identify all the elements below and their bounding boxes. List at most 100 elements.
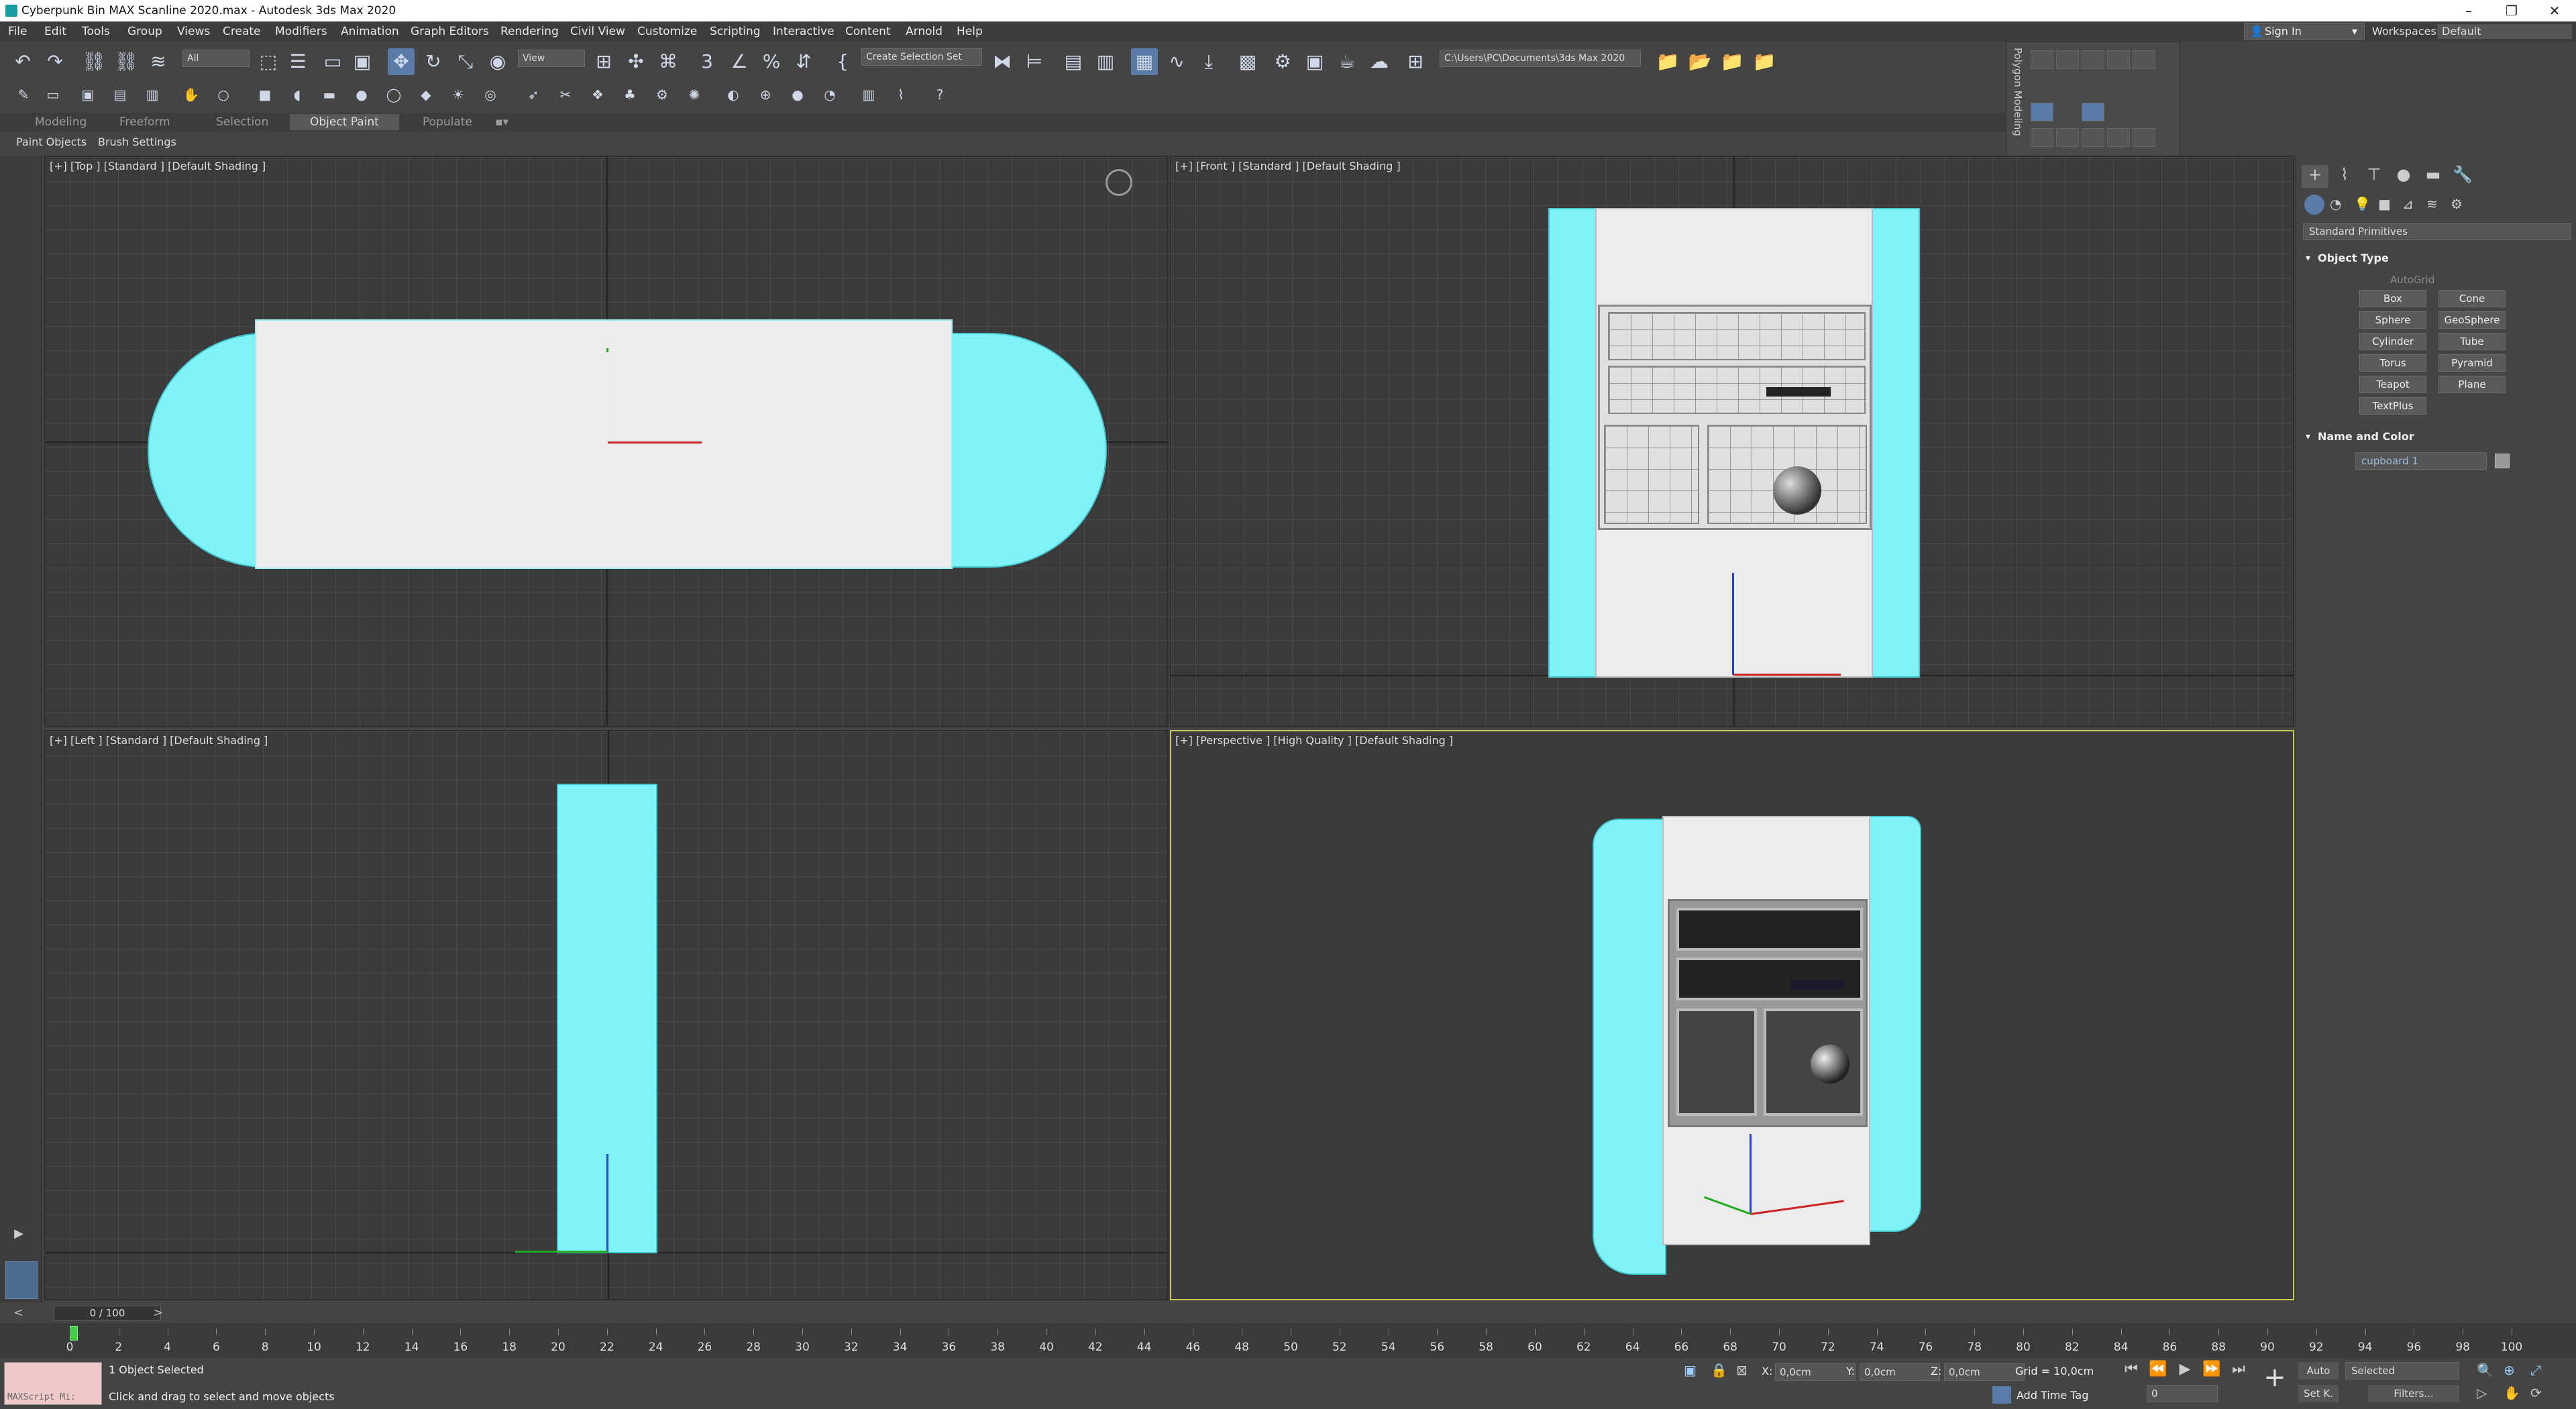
tab-selection[interactable]: Selection	[196, 114, 288, 130]
torus-icon[interactable]: ◯	[384, 85, 404, 105]
mirror-icon[interactable]: ⧓	[989, 48, 1016, 75]
viewport-layout-icon[interactable]	[5, 1261, 38, 1299]
sphere-button[interactable]: Sphere	[2359, 311, 2426, 329]
cylinder-button[interactable]: Cylinder	[2359, 333, 2426, 350]
viewport-label-perspective[interactable]: [+] [Perspective ] [High Quality ] [Defa…	[1175, 734, 1453, 747]
x-coordinate-field[interactable]: 0,0cm	[1775, 1363, 1856, 1381]
name-color-rollout[interactable]: ▾ Name and Color	[2303, 428, 2571, 446]
set-key-button[interactable]: Set K.	[2298, 1385, 2339, 1402]
rect-selection-icon[interactable]: ▭	[319, 48, 346, 75]
viewport-front[interactable]: [+] [Front ] [Standard ] [Default Shadin…	[1170, 156, 2294, 727]
restore-button[interactable]: ❐	[2490, 0, 2533, 21]
cameras-icon[interactable]: ■	[2378, 196, 2391, 212]
create-project-icon[interactable]: 📁	[1719, 48, 1746, 75]
create-key-icon[interactable]: +	[2257, 1362, 2293, 1402]
lock-icon[interactable]: 🔒	[1711, 1362, 1727, 1378]
viewport-label-left[interactable]: [+] [Left ] [Standard ] [Default Shading…	[50, 734, 268, 747]
project-folder-icon[interactable]: 📁	[1654, 48, 1681, 75]
close-button[interactable]: ✕	[2533, 0, 2576, 21]
undo-icon[interactable]: ↶	[9, 48, 36, 75]
unlink-icon[interactable]: ⛓	[113, 48, 140, 75]
textplus-button[interactable]: TextPlus	[2359, 397, 2426, 415]
zoom-extents-icon[interactable]: ⤢	[2530, 1362, 2541, 1378]
viewport-top[interactable]: [+] [Top ] [Standard ] [Default Shading …	[44, 156, 1169, 727]
tab-populate[interactable]: Populate	[402, 114, 492, 130]
cupboard-side-right[interactable]	[1872, 208, 1920, 678]
object-type-rollout[interactable]: ▾ Object Type	[2303, 250, 2571, 267]
select-rotate-icon[interactable]: ↻	[420, 48, 447, 75]
place-icon[interactable]: ◉	[484, 48, 511, 75]
menu-views[interactable]: Views	[177, 21, 210, 42]
tab-modeling[interactable]: Modeling	[15, 114, 107, 130]
align-icon[interactable]: ⊨	[1021, 48, 1048, 75]
add-time-tag[interactable]: Add Time Tag	[2017, 1389, 2088, 1402]
help-icon[interactable]: ?	[930, 85, 950, 105]
viewport-left[interactable]: [+] [Left ] [Standard ] [Default Shading…	[44, 730, 1169, 1300]
tube-button[interactable]: Tube	[2438, 333, 2506, 350]
menu-civil-view[interactable]: Civil View	[570, 21, 625, 42]
poly-btn-2[interactable]	[2056, 50, 2079, 69]
timeline-ruler[interactable]: 0 2 4 6 8 10 12 14 16 18 20 22 24 26 28 30 32 34 36 38 40 42 4…	[0, 1323, 2576, 1358]
target-icon[interactable]: ⊕	[755, 85, 775, 105]
primitive-category-dropdown[interactable]: Standard Primitives	[2303, 223, 2571, 240]
fov-icon[interactable]: ▷	[2477, 1385, 2487, 1401]
poly-btn-4[interactable]	[2107, 50, 2130, 69]
window-crossing-icon[interactable]: ▣	[349, 48, 376, 75]
set-project-icon[interactable]: 📁	[1751, 48, 1778, 75]
modify-tab-icon[interactable]: ⌇	[2331, 165, 2358, 188]
circle-icon[interactable]: ○	[213, 85, 233, 105]
menu-create[interactable]: Create	[223, 21, 261, 42]
hierarchy-tab-icon[interactable]: ⊤	[2361, 165, 2387, 188]
toggle-ribbon-icon[interactable]: ▦	[1131, 48, 1158, 75]
workspace-select[interactable]: Default	[2438, 24, 2572, 39]
box-button[interactable]: Box	[2359, 290, 2426, 307]
key-filter-dropdown[interactable]: Selected	[2345, 1362, 2459, 1379]
render-production-icon[interactable]: ☕	[1334, 48, 1360, 75]
render-iterative-icon[interactable]: ⊞	[1402, 48, 1429, 75]
select-by-name-icon[interactable]: ☰	[284, 48, 311, 75]
object-name-field[interactable]: cupboard 1	[2355, 452, 2487, 470]
sphere-icon[interactable]: ●	[352, 85, 372, 105]
menu-help[interactable]: Help	[957, 21, 983, 42]
cupboard-side-left[interactable]	[1548, 208, 1597, 678]
helpers-icon[interactable]: ⊿	[2402, 196, 2414, 212]
stack-icon[interactable]: ▭	[43, 85, 63, 105]
autogrid-checkbox[interactable]: AutoGrid	[2390, 274, 2434, 286]
viewport-label-front[interactable]: [+] [Front ] [Standard ] [Default Shadin…	[1175, 160, 1401, 172]
create-tab-icon[interactable]: +	[2302, 165, 2328, 188]
render-setup-icon[interactable]: ⚙	[1269, 48, 1296, 75]
cursor-icon[interactable]: ➶	[523, 85, 543, 105]
cube-icon[interactable]: ■	[255, 85, 275, 105]
menu-arnold[interactable]: Arnold	[906, 21, 943, 42]
poly-btn-10[interactable]	[2082, 128, 2104, 147]
ribbon-options-button[interactable]: ▪▾	[488, 114, 515, 130]
ring-icon[interactable]: ◎	[480, 85, 500, 105]
viewport-label-top[interactable]: [+] [Top ] [Standard ] [Default Shading …	[50, 160, 266, 172]
maxscript-listener[interactable]: MAXScript Mi:	[4, 1362, 102, 1405]
sphere-object[interactable]	[1811, 1045, 1849, 1084]
menu-modifiers[interactable]: Modifiers	[275, 21, 327, 42]
scene-explorer-icon[interactable]: ▤	[1060, 48, 1087, 75]
display-tab-icon[interactable]: ▬	[2420, 165, 2447, 188]
geometry-icon[interactable]	[2304, 195, 2324, 215]
menu-rendering[interactable]: Rendering	[500, 21, 559, 42]
angle-snap-icon[interactable]: ∠	[726, 48, 753, 75]
percent-snap-icon[interactable]: %	[758, 48, 785, 75]
select-object-icon[interactable]: ⬚	[255, 48, 282, 75]
goto-start-icon[interactable]: ⏮	[2120, 1361, 2143, 1379]
filters-button[interactable]: Filters...	[2368, 1385, 2459, 1402]
cone-button[interactable]: Cone	[2438, 290, 2506, 307]
cupboard-side-right[interactable]	[1868, 816, 1921, 1232]
redo-icon[interactable]: ↷	[42, 48, 68, 75]
zoom-all-icon[interactable]: ⊕	[2504, 1362, 2515, 1378]
brush-settings-tab[interactable]: Brush Settings	[98, 133, 176, 152]
link-icon[interactable]: ⛓	[80, 48, 107, 75]
scripting-icon[interactable]: ▥	[859, 85, 879, 105]
motion-tab-icon[interactable]: ●	[2390, 165, 2417, 188]
book-object[interactable]	[1790, 980, 1844, 990]
sun-icon[interactable]: ☀	[448, 85, 468, 105]
shape-icon[interactable]: ◔	[820, 85, 840, 105]
snap-toggle-icon[interactable]: 3	[694, 48, 720, 75]
tree-icon[interactable]: ♣	[620, 85, 640, 105]
plane-icon[interactable]: ▬	[319, 85, 339, 105]
